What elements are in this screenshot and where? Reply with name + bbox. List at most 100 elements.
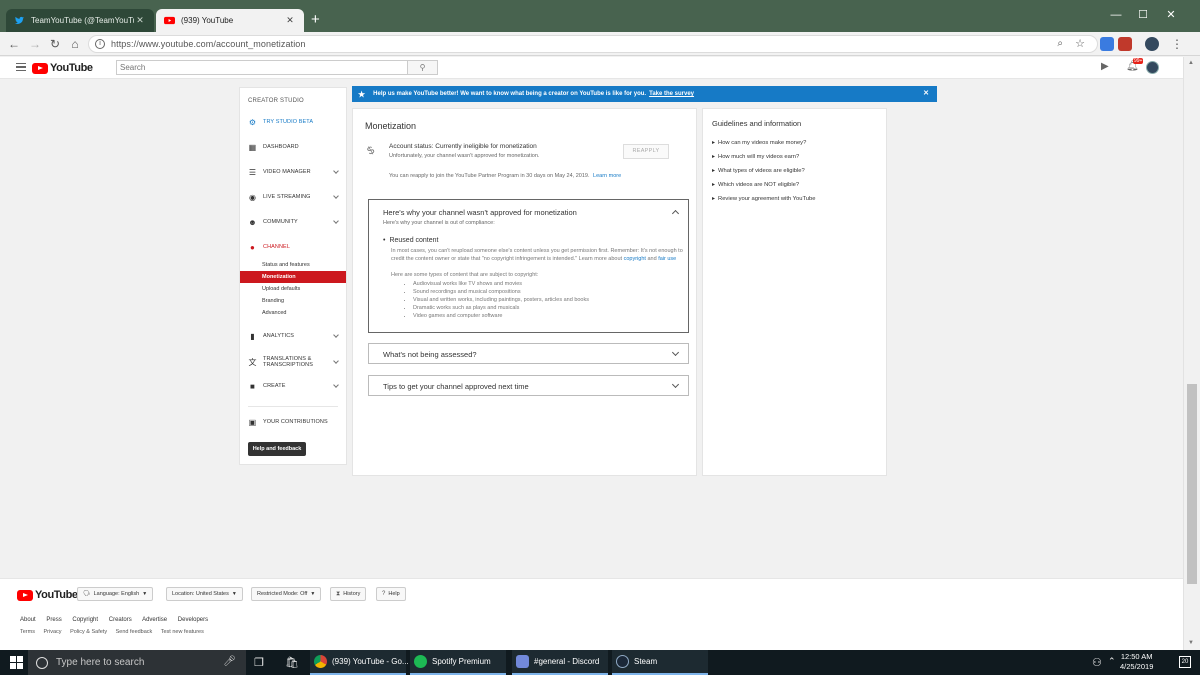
chevron-down-icon[interactable] [333, 382, 339, 388]
site-info-icon[interactable]: i [95, 39, 105, 49]
sidebar-subitem-advanced[interactable]: Advanced [240, 307, 346, 319]
profile-avatar-icon[interactable] [1145, 37, 1159, 51]
scrollbar-thumb[interactable] [1187, 384, 1197, 584]
taskbar-search[interactable]: Type here to search 🎤︎ [28, 650, 246, 675]
sidebar-item-video-manager[interactable]: ☰ VIDEO MANAGER [240, 164, 346, 180]
sidebar-subitem-status-features[interactable]: Status and features [240, 259, 346, 271]
search-input[interactable] [117, 61, 397, 74]
guideline-link[interactable]: How can my videos make money? [712, 139, 806, 146]
people-icon[interactable]: ⚇ [1092, 656, 1102, 669]
taskbar-app-discord[interactable]: #general - Discord [512, 650, 608, 675]
chevron-down-icon[interactable] [333, 332, 339, 338]
scroll-up-icon[interactable]: ▲ [1188, 60, 1194, 66]
address-bar[interactable]: i https://www.youtube.com/account_moneti… [88, 35, 1098, 53]
taskbar-app-steam[interactable]: Steam [612, 650, 708, 675]
extension-icon[interactable] [1118, 37, 1132, 51]
location-select[interactable]: Location: United States ▼ [166, 587, 243, 601]
footer-link-terms[interactable]: Terms [20, 629, 35, 635]
store-icon[interactable]: 🛍︎ [285, 656, 299, 669]
extension-icon[interactable] [1100, 37, 1114, 51]
minimize-button[interactable]: — [1105, 6, 1127, 24]
account-avatar[interactable] [1146, 61, 1159, 74]
new-tab-button[interactable]: + [311, 12, 320, 27]
footer-link-advertise[interactable]: Advertise [142, 617, 167, 623]
sidebar-subitem-upload-defaults[interactable]: Upload defaults [240, 283, 346, 295]
guideline-link[interactable]: What types of videos are eligible? [712, 167, 805, 174]
help-button[interactable]: ? Help [376, 587, 406, 601]
chevron-up-icon[interactable] [671, 209, 680, 218]
accordion-heading[interactable]: Here's why your channel wasn't approved … [383, 208, 577, 217]
taskbar-app-chrome[interactable]: (939) YouTube - Go... [310, 650, 409, 675]
copyright-link[interactable]: copyright [624, 256, 646, 262]
restricted-mode-select[interactable]: Restricted Mode: Off ▼ [251, 587, 322, 601]
footer-link-policy-safety[interactable]: Policy & Safety [70, 629, 107, 635]
guideline-link[interactable]: Review your agreement with YouTube [712, 195, 815, 202]
footer-link-copyright[interactable]: Copyright [72, 617, 98, 623]
bookmark-star-icon[interactable]: ☆ [1075, 37, 1085, 50]
accordion-tips[interactable]: Tips to get your channel approved next t… [368, 375, 689, 396]
chevron-down-icon[interactable] [333, 193, 339, 199]
chevron-down-icon[interactable] [333, 168, 339, 174]
task-view-icon[interactable]: ❐ [254, 656, 264, 669]
footer-link-developers[interactable]: Developers [178, 617, 208, 623]
page-scrollbar[interactable]: ▲ ▼ [1183, 57, 1200, 650]
footer-link-press[interactable]: Press [46, 617, 61, 623]
footer-link-creators[interactable]: Creators [109, 617, 132, 623]
footer-link-send-feedback[interactable]: Send feedback [116, 629, 153, 635]
reapply-button[interactable]: REAPPLY [623, 144, 669, 159]
chevron-down-icon[interactable] [333, 358, 339, 364]
maximize-button[interactable]: ☐ [1132, 6, 1154, 24]
search-field[interactable] [116, 60, 408, 75]
history-button[interactable]: ⧗ History [330, 587, 367, 601]
close-tab-icon[interactable]: ✕ [284, 15, 296, 26]
footer-link-test-features[interactable]: Test new features [161, 629, 204, 635]
sidebar-item-contributions[interactable]: ▣ YOUR CONTRIBUTIONS [240, 414, 346, 430]
guideline-link[interactable]: Which videos are NOT eligible? [712, 181, 799, 188]
sidebar-item-analytics[interactable]: ▮ ANALYTICS [240, 328, 346, 344]
chevron-down-icon[interactable] [671, 348, 680, 357]
forward-icon[interactable]: → [27, 36, 43, 52]
guideline-link[interactable]: How much will my videos earn? [712, 153, 799, 160]
zoom-icon[interactable]: ⌕ [1057, 38, 1063, 49]
sidebar-item-channel[interactable]: ● CHANNEL [240, 239, 346, 255]
hamburger-menu-icon[interactable] [16, 63, 26, 71]
learn-more-link[interactable]: Learn more [593, 173, 621, 179]
home-icon[interactable]: ⌂ [67, 36, 83, 52]
sidebar-subitem-branding[interactable]: Branding [240, 295, 346, 307]
fair-use-link[interactable]: fair use [658, 256, 676, 262]
accordion-heading[interactable]: What's not being assessed? [383, 350, 477, 359]
language-select[interactable]: 🗣︎ Language: English ▼ [77, 587, 154, 601]
accordion-heading[interactable]: Tips to get your channel approved next t… [383, 382, 529, 391]
footer-youtube-logo[interactable]: YouTube [17, 589, 78, 601]
back-icon[interactable]: ← [6, 36, 22, 52]
youtube-logo[interactable]: YouTube [32, 62, 93, 74]
tab-teamyoutube[interactable]: TeamYouTube (@TeamYouTube) | ... ✕ [6, 9, 154, 32]
sidebar-item-dashboard[interactable]: ▦ DASHBOARD [240, 139, 346, 155]
scroll-down-icon[interactable]: ▼ [1188, 640, 1194, 646]
tab-youtube[interactable]: (939) YouTube ✕ [156, 9, 304, 32]
sidebar-item-create[interactable]: ■ CREATE [240, 378, 346, 394]
help-feedback-button[interactable]: Help and feedback [248, 442, 306, 456]
sidebar-item-translations[interactable]: 文 TRANSLATIONS & TRANSCRIPTIONS [240, 353, 346, 371]
search-button[interactable]: ⚲ [408, 60, 438, 75]
sidebar-subitem-monetization[interactable]: Monetization [240, 271, 346, 283]
sidebar-item-live-streaming[interactable]: ◉ LIVE STREAMING [240, 189, 346, 205]
close-tab-icon[interactable]: ✕ [134, 15, 146, 26]
sidebar-item-try-studio-beta[interactable]: ⚙ TRY STUDIO BETA [240, 114, 346, 130]
menu-dots-icon[interactable]: ⋮ [1169, 36, 1185, 52]
taskbar-app-spotify[interactable]: Spotify Premium [410, 650, 506, 675]
microphone-icon[interactable]: 🎤︎ [223, 656, 236, 667]
windows-start-icon[interactable] [10, 656, 23, 669]
url-text[interactable]: https://www.youtube.com/account_monetiza… [111, 39, 306, 49]
chevron-down-icon[interactable] [333, 218, 339, 224]
notifications-icon[interactable]: 20 [1179, 656, 1191, 668]
footer-link-privacy[interactable]: Privacy [44, 629, 62, 635]
footer-link-about[interactable]: About [20, 617, 36, 623]
upload-video-icon[interactable]: ▶︎ [1101, 61, 1109, 72]
close-icon[interactable]: ✕ [923, 89, 929, 97]
system-clock[interactable]: 12:50 AM 4/25/2019 [1120, 652, 1153, 672]
accordion-not-assessed[interactable]: What's not being assessed? [368, 343, 689, 364]
chevron-down-icon[interactable] [671, 380, 680, 389]
reload-icon[interactable]: ↻ [47, 36, 63, 52]
show-hidden-icons-icon[interactable]: ⌃ [1108, 656, 1116, 667]
